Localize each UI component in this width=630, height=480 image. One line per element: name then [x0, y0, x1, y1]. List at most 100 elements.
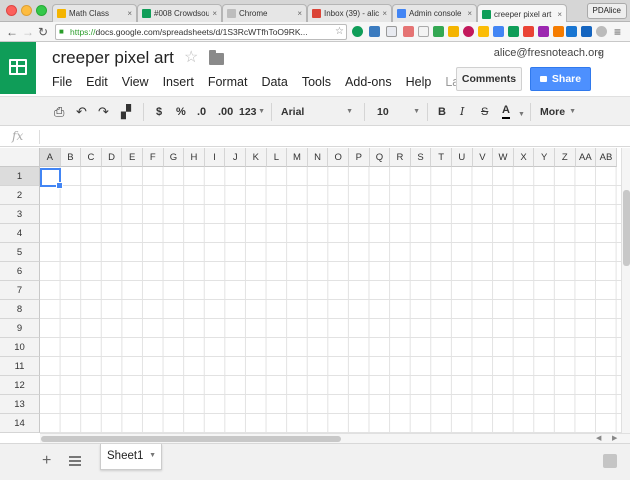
- extension-icon[interactable]: [493, 26, 504, 37]
- column-header[interactable]: P: [349, 148, 370, 167]
- bookmark-star-icon[interactable]: ☆: [335, 25, 344, 39]
- menu-item-addons[interactable]: Add-ons: [345, 74, 392, 90]
- reload-icon[interactable]: ↻: [38, 24, 48, 40]
- scroll-right-icon[interactable]: ▶: [612, 434, 617, 443]
- horizontal-scroll-thumb[interactable]: [41, 436, 341, 442]
- row-header[interactable]: 5: [0, 243, 40, 262]
- menu-item-tools[interactable]: Tools: [302, 74, 331, 90]
- more-toolbar-button[interactable]: More ▼: [540, 103, 576, 121]
- italic-button[interactable]: I: [460, 104, 464, 120]
- address-bar[interactable]: ■ https://docs.google.com/spreadsheets/d…: [55, 24, 347, 40]
- extension-icon[interactable]: [478, 26, 489, 37]
- extension-icon[interactable]: [352, 26, 363, 37]
- print-icon[interactable]: ⎙: [54, 104, 64, 120]
- undo-icon[interactable]: ↶: [76, 104, 87, 120]
- chrome-menu-icon[interactable]: ≡: [614, 24, 621, 40]
- row-header[interactable]: 6: [0, 262, 40, 281]
- column-header[interactable]: AB: [596, 148, 617, 167]
- menu-item-edit[interactable]: Edit: [86, 74, 108, 90]
- redo-icon[interactable]: ↷: [98, 104, 109, 120]
- column-header[interactable]: Y: [534, 148, 555, 167]
- browser-tab[interactable]: Inbox (39) - alice@×: [307, 4, 392, 22]
- extension-icon[interactable]: [538, 26, 549, 37]
- row-header[interactable]: 12: [0, 376, 40, 395]
- paint-format-icon[interactable]: ▞: [121, 104, 131, 120]
- row-header[interactable]: 4: [0, 224, 40, 243]
- column-header[interactable]: M: [287, 148, 308, 167]
- row-header[interactable]: 9: [0, 319, 40, 338]
- font-size-dropdown[interactable]: 10 ▼: [377, 103, 420, 121]
- tab-close-icon[interactable]: ×: [212, 9, 217, 18]
- tab-close-icon[interactable]: ×: [382, 9, 387, 18]
- account-email[interactable]: alice@fresnoteach.org: [494, 47, 604, 59]
- menu-item-format[interactable]: Format: [208, 74, 248, 90]
- menu-item-data[interactable]: Data: [261, 74, 287, 90]
- menu-item-file[interactable]: File: [52, 74, 72, 90]
- folder-icon[interactable]: [209, 50, 224, 65]
- vertical-scrollbar[interactable]: [621, 148, 630, 433]
- explore-icon[interactable]: [603, 454, 617, 468]
- font-family-dropdown[interactable]: Arial ▼: [281, 103, 353, 121]
- row-header[interactable]: 10: [0, 338, 40, 357]
- extension-icon[interactable]: [386, 26, 397, 37]
- browser-tab[interactable]: Math Class ×: [52, 4, 137, 22]
- strikethrough-button[interactable]: S: [481, 104, 488, 120]
- column-header[interactable]: O: [328, 148, 349, 167]
- profile-button[interactable]: PDAlice: [586, 3, 627, 19]
- column-header[interactable]: S: [410, 148, 432, 167]
- chevron-down-icon[interactable]: ▼: [518, 107, 525, 123]
- browser-tab[interactable]: #008 Crowdsource×: [137, 4, 222, 22]
- column-header[interactable]: I: [204, 148, 226, 167]
- column-header[interactable]: C: [81, 148, 102, 167]
- column-header[interactable]: U: [452, 148, 473, 167]
- sheets-logo[interactable]: [0, 42, 36, 94]
- row-header[interactable]: 7: [0, 281, 40, 300]
- row-header[interactable]: 2: [0, 186, 40, 205]
- percent-format-button[interactable]: %: [176, 104, 186, 120]
- currency-format-button[interactable]: $: [156, 104, 162, 120]
- formula-bar[interactable]: fx: [0, 127, 630, 147]
- active-cell[interactable]: [40, 168, 63, 189]
- column-header[interactable]: H: [184, 148, 205, 167]
- row-header[interactable]: 14: [0, 414, 40, 433]
- horizontal-scrollbar[interactable]: ◀ ▶: [40, 433, 630, 443]
- row-header[interactable]: 3: [0, 205, 40, 224]
- extension-icon[interactable]: [418, 26, 429, 37]
- column-header[interactable]: Q: [369, 148, 391, 167]
- extension-icon[interactable]: [553, 26, 564, 37]
- row-header[interactable]: 13: [0, 395, 40, 414]
- maximize-window-button[interactable]: [36, 5, 47, 16]
- all-sheets-icon[interactable]: [69, 456, 81, 466]
- menu-item-insert[interactable]: Insert: [163, 74, 194, 90]
- column-header[interactable]: AA: [575, 148, 597, 167]
- browser-tab[interactable]: creeper pixel art ×: [477, 4, 567, 23]
- browser-tab[interactable]: Admin console ×: [392, 4, 477, 22]
- column-header[interactable]: T: [431, 148, 452, 167]
- row-header[interactable]: 8: [0, 300, 40, 319]
- browser-tab[interactable]: Chrome ×: [222, 4, 307, 22]
- column-header[interactable]: R: [390, 148, 411, 167]
- spreadsheet-grid[interactable]: A B C D E F G H I J K L M N O P Q R S T U V W X Y Z AA AB 1 2 3 4 5 6 7 8 9 1…: [0, 148, 630, 433]
- vertical-scroll-thumb[interactable]: [623, 190, 630, 266]
- extension-icon[interactable]: [463, 26, 474, 37]
- more-formats-dropdown[interactable]: 123 ▼: [239, 103, 265, 121]
- menu-item-help[interactable]: Help: [406, 74, 432, 90]
- column-header[interactable]: F: [143, 148, 164, 167]
- extension-icon[interactable]: [596, 26, 607, 37]
- comments-button[interactable]: Comments: [456, 67, 522, 91]
- extension-icon[interactable]: [448, 26, 459, 37]
- share-button[interactable]: Share: [530, 67, 591, 91]
- extension-icon[interactable]: [508, 26, 519, 37]
- extension-icon[interactable]: [403, 26, 414, 37]
- row-header[interactable]: 11: [0, 357, 40, 376]
- column-header[interactable]: J: [225, 148, 246, 167]
- column-header[interactable]: Z: [555, 148, 576, 167]
- tab-close-icon[interactable]: ×: [297, 9, 302, 18]
- tab-close-icon[interactable]: ×: [127, 9, 132, 18]
- chevron-down-icon[interactable]: ▼: [149, 444, 156, 468]
- column-header[interactable]: L: [266, 148, 288, 167]
- scroll-left-icon[interactable]: ◀: [596, 434, 601, 443]
- add-sheet-button[interactable]: +: [42, 453, 51, 469]
- column-header[interactable]: G: [163, 148, 185, 167]
- column-header[interactable]: V: [472, 148, 494, 167]
